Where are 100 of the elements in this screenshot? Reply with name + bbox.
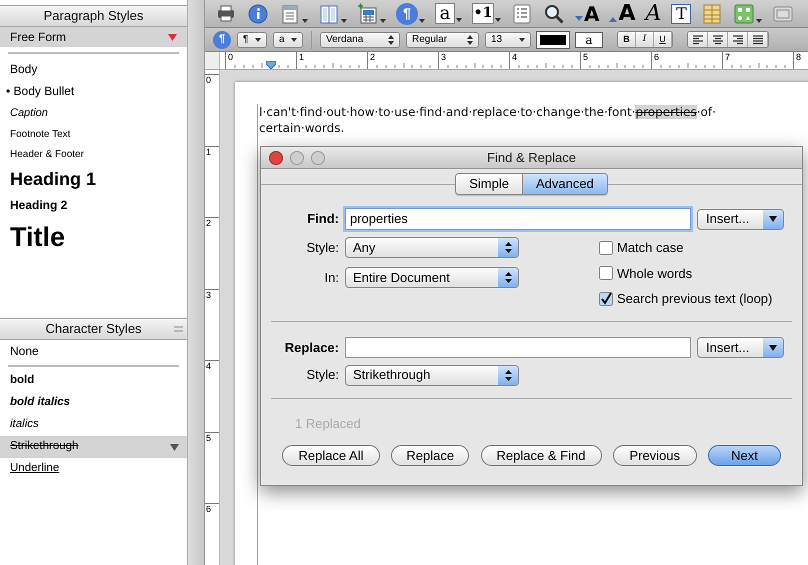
style-popup[interactable]: Entire Document <box>345 267 519 288</box>
style-item[interactable]: italics <box>0 414 187 436</box>
caret-icon <box>769 216 777 222</box>
checkbox-label: Search previous text (loop) <box>617 290 772 308</box>
stepper-icon <box>388 34 394 44</box>
printer-icon[interactable] <box>215 2 237 24</box>
smaller-font-button[interactable]: A <box>575 0 600 27</box>
document-text: I·can't·find·out·how·to·use·find·and·replace·to·change·the·font·properties·of· certain·words. <box>259 104 716 136</box>
style-item[interactable]: Heading 1 <box>0 164 187 194</box>
info-icon[interactable] <box>247 2 269 24</box>
menu-arrow-icon <box>756 18 762 22</box>
size-arrow-icon <box>609 17 618 22</box>
ruler-number: 4 <box>511 52 518 62</box>
dialog-button[interactable]: Replace & Find <box>480 445 602 466</box>
ruler-number: 2 <box>205 218 212 228</box>
style-item[interactable]: Body <box>0 58 187 80</box>
ruler-number: 0 <box>205 75 212 85</box>
align-right-icon <box>732 34 742 44</box>
style-item[interactable]: bold italics <box>0 392 187 414</box>
toolbar-button[interactable]: •1 <box>472 3 501 24</box>
style-item[interactable]: None <box>0 340 187 362</box>
toolbar-button[interactable] <box>357 2 386 24</box>
typeface-popup[interactable]: Regular <box>406 32 479 48</box>
style-item[interactable]: Heading 2 <box>0 194 187 216</box>
dialog-button[interactable]: Replace All <box>282 445 380 466</box>
alignment-control[interactable] <box>687 31 769 48</box>
style-item[interactable]: Strikethrough <box>0 436 187 458</box>
paragraph-button[interactable]: ¶ <box>213 30 231 48</box>
bold-button[interactable]: B <box>618 32 636 47</box>
paragraph-button[interactable]: ¶ <box>396 2 418 24</box>
search-icon[interactable] <box>543 2 565 24</box>
size-arrow-icon <box>575 16 583 20</box>
ruler-number: 0 <box>227 52 234 62</box>
close-icon[interactable] <box>269 151 283 165</box>
dropdown-triangle-icon <box>168 34 177 40</box>
italic-font-button[interactable]: A <box>646 0 662 27</box>
highlight-color-well[interactable]: a <box>575 32 603 48</box>
columns-icon[interactable] <box>318 2 340 24</box>
style-item[interactable]: Footnote Text <box>0 124 187 144</box>
toolbar-button[interactable]: ¶ <box>396 2 425 24</box>
style-item[interactable]: Title <box>0 216 187 258</box>
checkbox-label: Match case <box>617 239 684 257</box>
dialog-button[interactable]: Previous <box>612 445 697 466</box>
field-label: Style: <box>305 366 340 384</box>
style-item[interactable]: Underline <box>0 458 187 480</box>
paragraph-style-popup[interactable]: ¶ <box>237 32 267 48</box>
ruler-number: 6 <box>653 52 660 62</box>
underline-button[interactable]: U <box>654 32 672 47</box>
tab[interactable]: Simple <box>456 174 523 194</box>
align-left-button[interactable] <box>688 32 708 47</box>
dialog-button[interactable]: Next <box>708 445 781 466</box>
align-center-icon <box>712 34 722 44</box>
style-item[interactable]: bold <box>0 370 187 392</box>
insert-button[interactable]: Insert... <box>697 337 784 358</box>
grid-icon[interactable] <box>701 2 724 24</box>
style-item[interactable]: Caption <box>0 102 187 124</box>
ruler-number: 6 <box>205 504 212 514</box>
field-label: Style: <box>305 238 340 257</box>
font-popup[interactable]: Verdana <box>320 32 400 48</box>
menu-arrow-icon <box>419 18 425 22</box>
style-item[interactable]: • Body Bullet <box>0 80 187 102</box>
toolbar-button[interactable] <box>318 2 347 24</box>
style-popup[interactable]: Any <box>345 237 519 258</box>
toolbar-button[interactable] <box>733 2 762 24</box>
text-color-well[interactable] <box>537 32 569 48</box>
numbering-button[interactable]: •1 <box>472 3 494 24</box>
table-icon[interactable] <box>357 2 379 24</box>
ruler-number: 1 <box>298 52 306 62</box>
style-popup[interactable]: Strikethrough <box>345 364 519 386</box>
larger-font-button[interactable]: A <box>609 0 636 27</box>
ruler-number: 1 <box>205 146 212 156</box>
text-style-control[interactable]: B I U <box>617 31 673 48</box>
character-style-popup[interactable]: a <box>273 32 303 48</box>
italic-button[interactable]: I <box>636 32 654 47</box>
tab[interactable]: Advanced <box>522 174 607 194</box>
shapes-icon[interactable] <box>733 2 756 24</box>
insert-button[interactable]: Insert... <box>697 208 784 230</box>
character-button[interactable]: a <box>435 3 455 24</box>
justify-button[interactable] <box>748 32 768 47</box>
text-box-button[interactable]: T <box>671 4 692 24</box>
stepper-icon <box>504 242 512 253</box>
justify-icon <box>752 34 762 44</box>
toolbar-button[interactable]: a <box>435 3 462 24</box>
ruler-number: 5 <box>582 52 590 62</box>
font-size-combo[interactable]: 13 <box>485 32 531 48</box>
replace-field[interactable] <box>345 337 691 358</box>
align-center-button[interactable] <box>708 32 728 47</box>
checkbox[interactable] <box>599 240 613 255</box>
dialog-button[interactable]: Replace <box>391 445 470 466</box>
field-label: Find: <box>306 210 340 228</box>
checkbox[interactable] <box>599 266 613 280</box>
list-icon[interactable] <box>511 2 533 24</box>
current-style-row[interactable]: Free Form <box>0 27 187 47</box>
menu-arrow-icon <box>495 18 501 22</box>
field-label: Replace: <box>284 338 340 357</box>
checkbox[interactable] <box>599 292 613 306</box>
align-left-icon <box>692 34 702 44</box>
find-field[interactable]: properties <box>345 208 691 230</box>
align-right-button[interactable] <box>728 32 748 47</box>
style-item[interactable]: Header & Footer <box>0 144 187 164</box>
